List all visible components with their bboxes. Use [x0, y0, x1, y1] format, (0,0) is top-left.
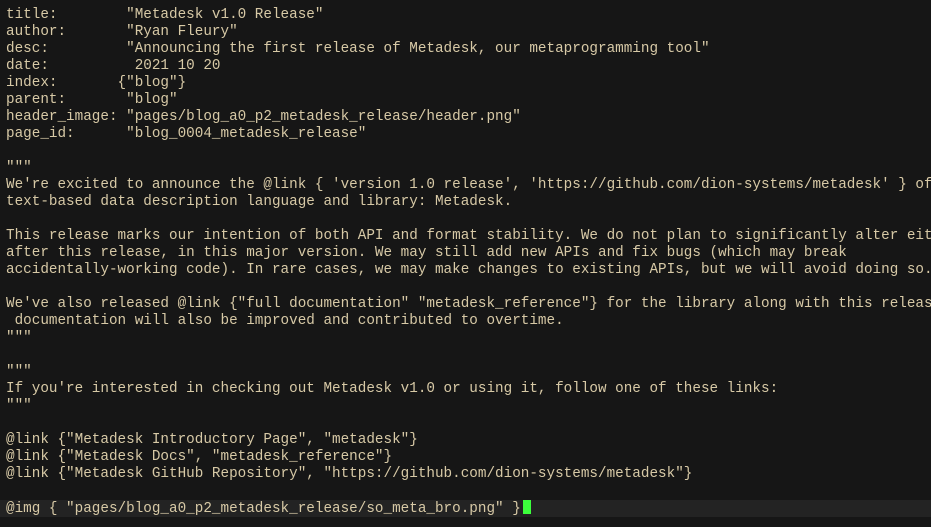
text-line: parent: "blog": [6, 92, 178, 108]
text-line: @link {"Metadesk Docs", "metadesk_refere…: [6, 449, 393, 465]
text-line: This release marks our intention of both…: [6, 228, 931, 244]
text-line: [6, 143, 931, 160]
text-line: [6, 483, 931, 500]
text-line: We've also released @link {"full documen…: [6, 296, 931, 312]
text-line: [6, 347, 931, 364]
text-line: index: {"blog"}: [6, 75, 187, 91]
text-line: title: "Metadesk v1.0 Release": [6, 7, 324, 23]
text-line: date: 2021 10 20: [6, 58, 221, 74]
text-line: [6, 279, 931, 296]
text-line: """: [6, 364, 32, 380]
text-line: [6, 415, 931, 432]
text-line: text-based data description language and…: [6, 194, 513, 210]
text-line: accidentally-working code). In rare case…: [6, 262, 931, 278]
text-cursor: [522, 500, 531, 514]
text-line: header_image: "pages/blog_a0_p2_metadesk…: [6, 109, 521, 125]
text-line: [6, 211, 931, 228]
text-line: """: [6, 160, 32, 176]
text-line: We're excited to announce the @link { 'v…: [6, 177, 931, 193]
current-line-text: @img { "pages/blog_a0_p2_metadesk_releas…: [6, 501, 521, 517]
text-line: """: [6, 398, 32, 414]
text-line: page_id: "blog_0004_metadesk_release": [6, 126, 367, 142]
text-line: """: [6, 330, 32, 346]
text-line: documentation will also be improved and …: [6, 313, 564, 329]
text-line: @link {"Metadesk GitHub Repository", "ht…: [6, 466, 693, 482]
text-line: after this release, in this major versio…: [6, 245, 847, 261]
text-line: @link {"Metadesk Introductory Page", "me…: [6, 432, 418, 448]
text-line: If you're interested in checking out Met…: [6, 381, 779, 397]
current-line[interactable]: @img { "pages/blog_a0_p2_metadesk_releas…: [0, 500, 931, 517]
text-editor[interactable]: title: "Metadesk v1.0 Release" author: "…: [0, 0, 931, 527]
text-line: desc: "Announcing the first release of M…: [6, 41, 710, 57]
text-line: author: "Ryan Fleury": [6, 24, 238, 40]
